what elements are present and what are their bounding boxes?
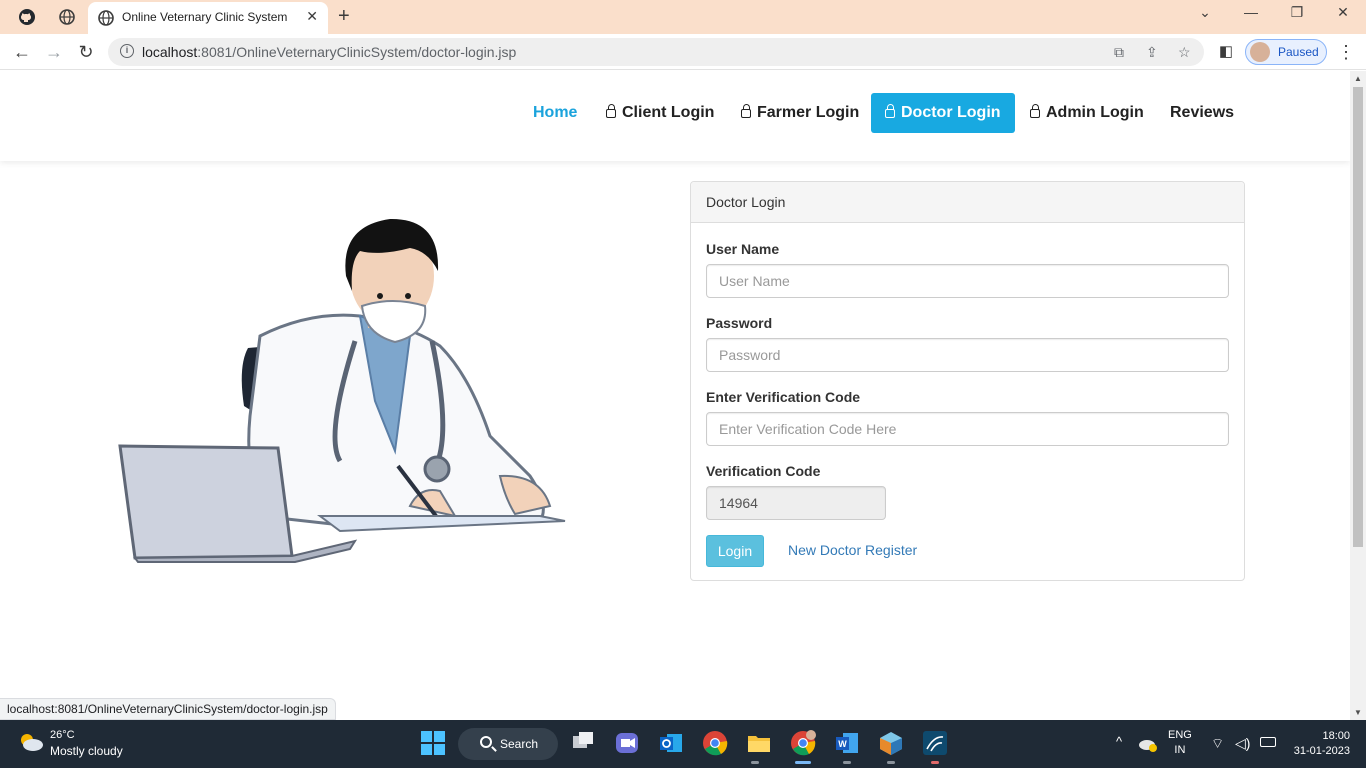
show-hidden-icons-chevron[interactable]: ^: [1116, 734, 1122, 749]
password-label: Password: [706, 315, 773, 331]
nav-home[interactable]: Home: [519, 93, 591, 133]
windows-start-icon[interactable]: [420, 730, 446, 756]
page-scrollbar[interactable]: ▲ ▼: [1350, 71, 1366, 720]
web-page: Home Client Login Farmer Login Doctor Lo…: [0, 71, 1350, 720]
search-icon: [480, 736, 492, 748]
address-bar[interactable]: i localhost:8081/OnlineVeternaryClinicSy…: [108, 38, 1204, 66]
site-navbar: Home Client Login Farmer Login Doctor Lo…: [0, 71, 1350, 161]
taskbar-search[interactable]: Search: [458, 728, 558, 760]
password-input[interactable]: [706, 338, 1229, 372]
netbeans-icon[interactable]: [878, 730, 904, 756]
restore-icon[interactable]: ❐: [1282, 4, 1312, 21]
running-indicator: [843, 761, 851, 764]
nav-client-login[interactable]: Client Login: [592, 93, 728, 133]
verification-code-display: [706, 486, 886, 520]
minimize-icon[interactable]: —: [1236, 4, 1266, 20]
teams-chat-icon[interactable]: [614, 730, 640, 756]
github-icon[interactable]: [18, 8, 36, 26]
browser-tab-bar: Online Veternary Clinic System ✕ + ⌄ — ❐…: [0, 0, 1366, 34]
lock-icon: [606, 104, 616, 118]
clock-time: 18:00: [1322, 730, 1350, 742]
verification-code-label: Verification Code: [706, 463, 821, 479]
translate-icon[interactable]: ⧉: [1114, 44, 1124, 61]
share-icon[interactable]: ⇪: [1146, 44, 1158, 61]
doctor-illustration: [118, 218, 566, 563]
active-tab[interactable]: Online Veternary Clinic System ✕: [88, 2, 328, 34]
nav-reviews[interactable]: Reviews: [1156, 93, 1248, 133]
panel-title: Doctor Login: [691, 182, 1244, 223]
mysql-workbench-icon[interactable]: [922, 730, 948, 756]
temperature: 26°C: [50, 729, 75, 741]
lock-icon: [885, 104, 895, 118]
svg-text:W: W: [838, 739, 847, 749]
new-tab-plus-icon[interactable]: +: [338, 5, 350, 28]
bookmark-star-icon[interactable]: ☆: [1178, 44, 1191, 61]
tab-title: Online Veternary Clinic System: [122, 10, 288, 24]
back-arrow-icon[interactable]: ←: [12, 42, 32, 62]
onedrive-cloud-icon[interactable]: [1138, 736, 1158, 752]
cloudy-weather-icon: [21, 734, 43, 751]
chrome-icon[interactable]: [702, 730, 728, 756]
running-indicator: [931, 761, 939, 764]
language-code: ENG: [1168, 729, 1192, 741]
avatar: [1250, 42, 1270, 62]
clock-date: 31-01-2023: [1293, 745, 1350, 757]
volume-icon[interactable]: ◁): [1235, 735, 1250, 752]
username-input[interactable]: [706, 264, 1229, 298]
forward-arrow-icon[interactable]: →: [44, 42, 64, 62]
language-indicator[interactable]: ENG IN: [1168, 728, 1192, 758]
scrollbar-thumb[interactable]: [1353, 87, 1363, 547]
region-code: IN: [1174, 744, 1186, 756]
status-bar-url: localhost:8081/OnlineVeternaryClinicSyst…: [0, 698, 336, 720]
windows-taskbar: 26°C Mostly cloudy Search W ^ ENG IN ⌔ ◁…: [0, 720, 1366, 768]
chrome-profile-icon[interactable]: [790, 730, 816, 756]
scroll-down-icon[interactable]: ▼: [1354, 708, 1362, 717]
weather-description: Mostly cloudy: [50, 744, 123, 758]
nav-doctor-login[interactable]: Doctor Login: [871, 93, 1015, 133]
nav-admin-login[interactable]: Admin Login: [1016, 93, 1158, 133]
globe-icon[interactable]: [58, 8, 76, 26]
close-window-icon[interactable]: ✕: [1328, 4, 1358, 21]
login-button[interactable]: Login: [706, 535, 764, 567]
word-icon[interactable]: W: [834, 730, 860, 756]
side-panel-icon[interactable]: ◧: [1216, 42, 1236, 62]
active-app-indicator: [795, 761, 811, 764]
verification-code-input[interactable]: [706, 412, 1229, 446]
lock-icon: [741, 104, 751, 118]
enter-verification-code-label: Enter Verification Code: [706, 389, 861, 405]
browser-toolbar: ← → ↻ i localhost:8081/OnlineVeternaryCl…: [0, 34, 1366, 70]
profile-button[interactable]: Paused: [1245, 39, 1327, 65]
wifi-icon[interactable]: ⌔: [1211, 735, 1224, 753]
reload-icon[interactable]: ↻: [76, 42, 96, 62]
new-doctor-register-link[interactable]: New Doctor Register: [788, 542, 917, 558]
nav-farmer-login[interactable]: Farmer Login: [727, 93, 873, 133]
task-view-icon[interactable]: [570, 730, 596, 756]
search-label: Search: [500, 737, 539, 751]
scroll-up-icon[interactable]: ▲: [1354, 74, 1362, 83]
tab-search-chevron-icon[interactable]: ⌄: [1190, 4, 1220, 21]
profile-status: Paused: [1278, 45, 1319, 59]
running-indicator: [751, 761, 759, 764]
outlook-icon[interactable]: [658, 730, 684, 756]
close-tab-icon[interactable]: ✕: [306, 8, 318, 25]
battery-icon[interactable]: [1260, 737, 1276, 747]
lock-icon: [1030, 104, 1040, 118]
taskbar-clock[interactable]: 18:00 31-01-2023: [1294, 729, 1350, 759]
doctor-login-panel: Doctor Login User Name Password Enter Ve…: [690, 181, 1245, 581]
file-explorer-icon[interactable]: [746, 730, 772, 756]
running-indicator: [887, 761, 895, 764]
url-text: localhost:8081/OnlineVeternaryClinicSyst…: [142, 44, 517, 60]
site-info-icon[interactable]: i: [120, 44, 134, 58]
username-label: User Name: [706, 241, 780, 257]
globe-icon: [98, 10, 114, 26]
menu-dots-icon[interactable]: ⋮: [1336, 42, 1356, 62]
